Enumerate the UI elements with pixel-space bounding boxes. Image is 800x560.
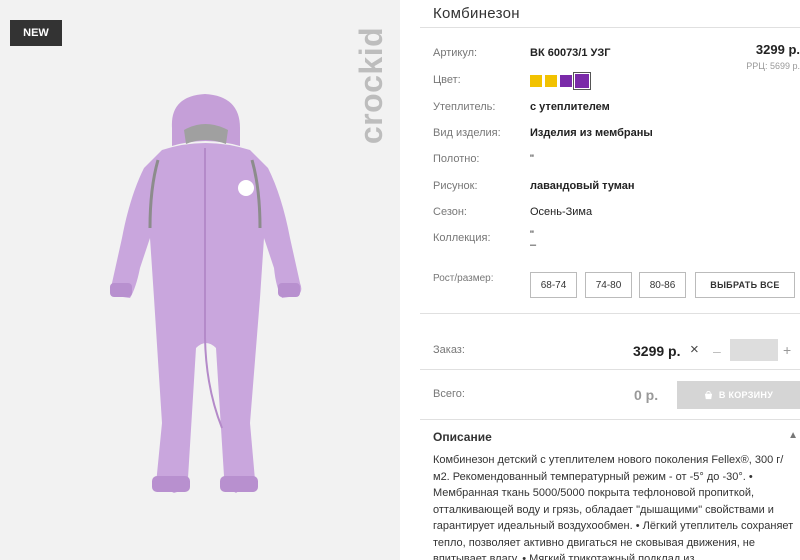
new-badge: NEW bbox=[10, 20, 62, 46]
add-to-cart-button[interactable]: В КОРЗИНУ bbox=[677, 381, 800, 409]
increase-quantity-button[interactable]: + bbox=[783, 342, 791, 358]
product-price: 3299 р. bbox=[755, 42, 800, 57]
quantity-input[interactable] bbox=[730, 339, 778, 361]
decrease-quantity-button[interactable]: – bbox=[713, 343, 721, 359]
color-swatch-purple-selected[interactable] bbox=[575, 74, 589, 88]
size-button-68-74[interactable]: 68-74 bbox=[530, 272, 577, 298]
color-swatches bbox=[530, 74, 589, 88]
color-swatch-purple[interactable] bbox=[560, 75, 572, 87]
collection-label: Коллекция: bbox=[433, 232, 491, 244]
chevron-up-icon[interactable]: ▲ bbox=[788, 430, 798, 441]
size-button-80-86[interactable]: 80-86 bbox=[639, 272, 686, 298]
pattern-value: лавандовый туман bbox=[530, 180, 635, 192]
product-details: Комбинезон Артикул: ВК 60073/1 УЗГ 3299 … bbox=[400, 0, 800, 560]
product-image-area: NEW crockid bbox=[0, 0, 400, 560]
item-type-label: Вид изделия: bbox=[433, 127, 501, 139]
insulation-label: Утеплитель: bbox=[433, 101, 496, 113]
fabric-label: Полотно: bbox=[433, 153, 480, 165]
product-photo-jumpsuit bbox=[110, 94, 302, 493]
insulation-value: с утеплителем bbox=[530, 101, 610, 113]
divider bbox=[420, 27, 800, 28]
order-price: 3299 р. bbox=[633, 343, 681, 359]
divider bbox=[420, 369, 800, 370]
pattern-label: Рисунок: bbox=[433, 180, 478, 192]
order-label: Заказ: bbox=[433, 344, 465, 356]
collection-value: " – bbox=[530, 229, 537, 251]
brand-logo: crockid bbox=[352, 10, 392, 160]
article-value: ВК 60073/1 УЗГ bbox=[530, 47, 611, 59]
fabric-value: " bbox=[530, 153, 534, 165]
season-label: Сезон: bbox=[433, 206, 467, 218]
recommended-price: РРЦ: 5699 р. bbox=[746, 61, 800, 71]
description-title[interactable]: Описание bbox=[433, 430, 492, 444]
divider bbox=[420, 419, 800, 420]
cart-icon bbox=[704, 390, 712, 399]
description-text: Комбинезон детский с утеплителем нового … bbox=[433, 454, 794, 560]
remove-icon[interactable]: × bbox=[690, 341, 699, 358]
add-to-cart-label: В КОРЗИНУ bbox=[718, 390, 774, 400]
item-type-value: Изделия из мембраны bbox=[530, 127, 653, 139]
size-label: Рост/размер: bbox=[433, 273, 494, 284]
select-all-sizes-button[interactable]: ВЫБРАТЬ ВСЕ bbox=[695, 272, 795, 298]
total-value: 0 р. bbox=[634, 387, 659, 403]
color-swatch-yellow[interactable] bbox=[530, 75, 542, 87]
divider bbox=[420, 313, 800, 314]
product-title: Комбинезон bbox=[433, 5, 520, 22]
total-label: Всего: bbox=[433, 388, 465, 400]
size-button-74-80[interactable]: 74-80 bbox=[585, 272, 632, 298]
brand-name: crockid bbox=[353, 26, 390, 144]
season-value: Осень-Зима bbox=[530, 206, 593, 218]
color-label: Цвет: bbox=[433, 74, 461, 86]
color-swatch-yellow[interactable] bbox=[545, 75, 557, 87]
article-label: Артикул: bbox=[433, 47, 478, 59]
